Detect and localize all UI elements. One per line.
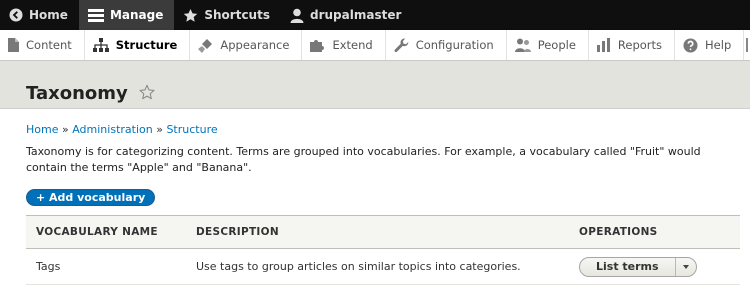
tray-item-appearance[interactable]: Appearance	[190, 30, 303, 60]
help-icon	[683, 38, 698, 53]
vocabulary-description-cell: Use tags to group articles on similar to…	[186, 248, 569, 285]
column-header-vocabulary-name: VOCABULARY NAME	[26, 215, 186, 249]
tray-item-extend-label: Extend	[332, 38, 373, 52]
toolbar-manage[interactable]: Manage	[78, 0, 175, 30]
breadcrumb-separator: »	[61, 123, 69, 136]
toolbar-user[interactable]: drupalmaster	[281, 0, 412, 30]
file-icon	[8, 38, 19, 52]
star-icon	[183, 8, 198, 23]
tray-item-people-label: People	[537, 38, 576, 52]
wrench-icon	[394, 37, 409, 53]
people-icon	[514, 38, 531, 52]
column-header-description: DESCRIPTION	[186, 215, 569, 249]
sitemap-icon	[92, 38, 109, 52]
add-vocabulary-button[interactable]: + Add vocabulary	[26, 189, 156, 206]
vocabulary-name-cell: Tags	[26, 248, 186, 285]
toolbar-home-label: Home	[29, 8, 68, 22]
tray-item-extend[interactable]: Extend	[302, 30, 386, 60]
page-title: Taxonomy	[26, 83, 128, 104]
tray-item-appearance-label: Appearance	[220, 38, 290, 52]
table-header-row: VOCABULARY NAME DESCRIPTION OPERATIONS	[26, 215, 740, 249]
list-terms-button[interactable]: List terms	[580, 257, 676, 276]
tray-item-configuration-label: Configuration	[415, 38, 494, 52]
toolbar-user-label: drupalmaster	[309, 8, 402, 22]
tray-item-help-label: Help	[705, 38, 732, 52]
tray-item-configuration[interactable]: Configuration	[386, 30, 507, 60]
bar-chart-icon	[596, 38, 611, 52]
tray-item-reports[interactable]: Reports	[589, 30, 676, 60]
page-header: Taxonomy	[0, 61, 750, 109]
breadcrumb-administration[interactable]: Administration	[72, 123, 153, 136]
breadcrumb-structure[interactable]: Structure	[166, 123, 217, 136]
tray-item-structure[interactable]: Structure	[85, 30, 191, 60]
toolbar-shortcuts[interactable]: Shortcuts	[174, 0, 281, 30]
help-text: Taxonomy is for categorizing content. Te…	[26, 145, 701, 174]
user-icon	[290, 8, 304, 23]
admin-toolbar: Home Manage Shortcuts drupalmaster	[0, 0, 750, 30]
column-header-operations: OPERATIONS	[569, 215, 740, 249]
tray-item-structure-label: Structure	[115, 38, 178, 52]
tray-item-help[interactable]: Help	[675, 30, 745, 60]
main-content: Home » Administration » Structure Taxono…	[0, 109, 750, 285]
toolbar-manage-label: Manage	[109, 8, 164, 22]
manage-tray: Content Structure Appearance Extend Conf…	[0, 30, 750, 61]
add-shortcut-star-icon[interactable]	[139, 84, 155, 104]
hamburger-menu-icon	[87, 8, 104, 22]
operations-toggle-button[interactable]	[676, 258, 696, 276]
tray-item-people[interactable]: People	[507, 30, 589, 60]
vocabulary-table: VOCABULARY NAME DESCRIPTION OPERATIONS T…	[26, 215, 740, 285]
breadcrumb-home[interactable]: Home	[26, 123, 58, 136]
table-row: Tags Use tags to group articles on simil…	[26, 248, 740, 285]
tray-item-content-label: Content	[26, 38, 72, 52]
home-back-icon	[9, 8, 23, 22]
tray-item-reports-label: Reports	[617, 38, 663, 52]
puzzle-icon	[310, 38, 325, 52]
breadcrumb-separator: »	[156, 123, 163, 136]
operations-cell: List terms	[569, 248, 740, 285]
toolbar-shortcuts-label: Shortcuts	[204, 8, 270, 22]
tray-item-content[interactable]: Content	[0, 30, 85, 60]
paintbrush-icon	[198, 38, 213, 53]
operations-dropbutton: List terms	[579, 256, 697, 277]
toolbar-home[interactable]: Home	[0, 0, 79, 30]
breadcrumb: Home » Administration » Structure	[26, 123, 724, 136]
tray-orientation-toggle[interactable]	[744, 30, 750, 60]
chevron-down-icon	[682, 264, 689, 269]
